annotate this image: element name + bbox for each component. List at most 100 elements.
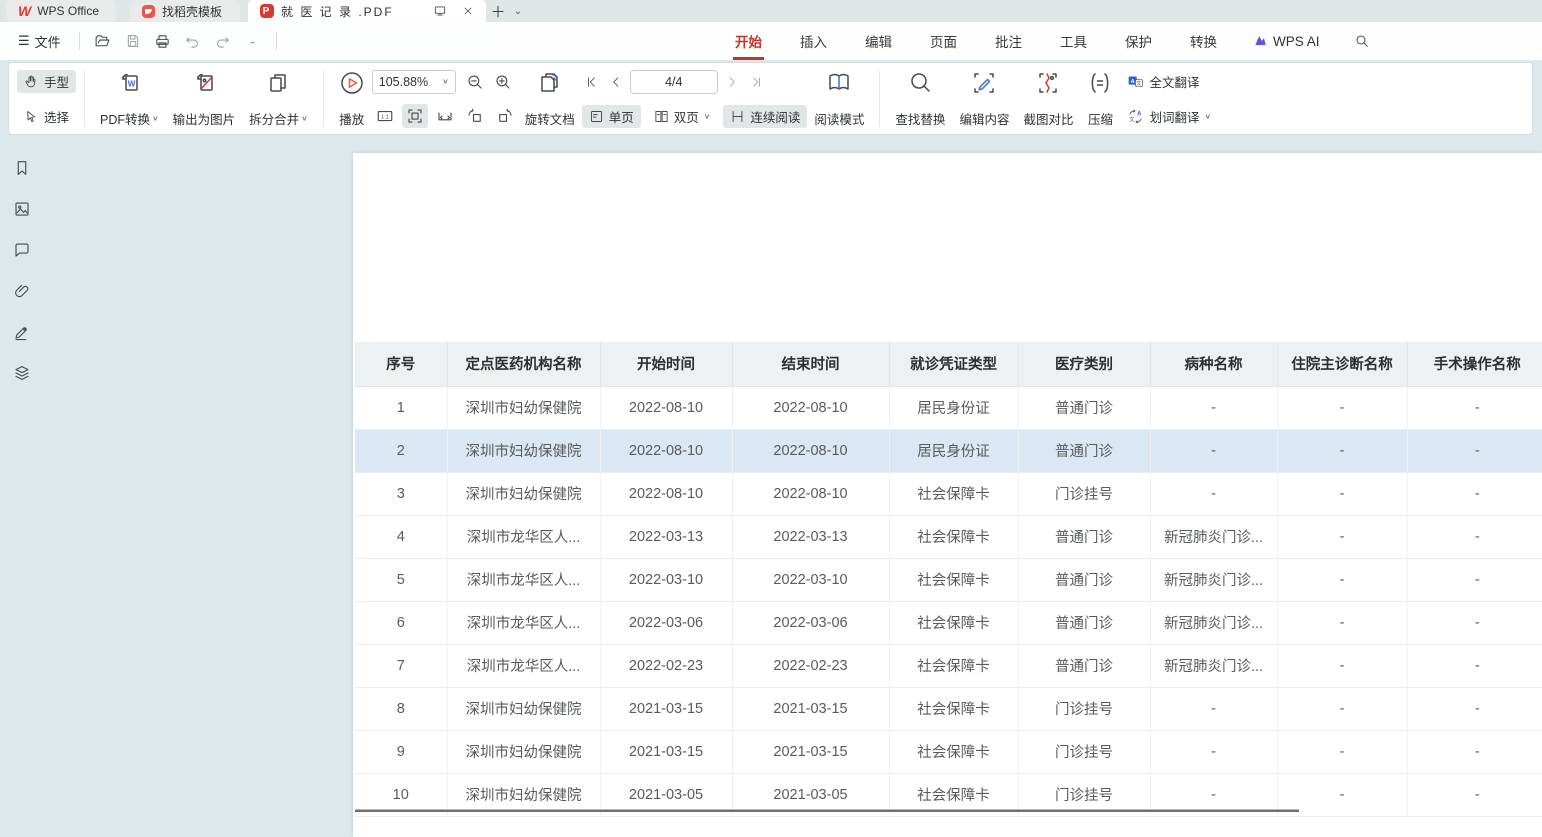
tab-docer-templates[interactable]: 找稻壳模板 [130,0,240,22]
hand-tool-label: 手型 [44,72,69,91]
zoom-out-icon[interactable] [466,73,484,91]
table-row[interactable]: 6深圳市龙华区人...2022-03-062022-03-06社会保障卡普通门诊… [355,601,1542,644]
fit-width-icon[interactable] [432,104,458,128]
tab-document-label: 就 医 记 录 .PDF [281,3,394,20]
table-cell: 门诊挂号 [1018,687,1150,730]
page-indicator-value: 4/4 [665,75,682,89]
double-page-button[interactable]: 双页 ∨ [647,105,718,128]
next-page-icon[interactable] [722,71,742,93]
table-row[interactable]: 1深圳市妇幼保健院2022-08-102022-08-10居民身份证普通门诊--… [355,386,1542,429]
table-row[interactable]: 5深圳市龙华区人...2022-03-102022-03-10社会保障卡普通门诊… [355,558,1542,601]
redo-icon[interactable] [210,29,236,53]
edit-content-button[interactable]: 编辑内容 [952,70,1016,128]
table-cell: 2022-08-10 [732,386,889,429]
zoom-in-icon[interactable] [494,73,512,91]
export-as-image-button[interactable]: 输出为图片 [166,70,243,128]
screenshot-compare-button[interactable]: 截图对比 [1016,70,1080,128]
table-cell: 社会保障卡 [889,601,1018,644]
signature-pen-icon[interactable] [11,321,33,343]
table-row[interactable]: 7深圳市龙华区人...2022-02-232022-02-23社会保障卡普通门诊… [355,644,1542,687]
actual-size-icon[interactable]: 1:1 [372,104,398,128]
play-button[interactable]: 播放 [332,70,372,128]
read-mode-button[interactable]: 阅读模式 [807,70,871,128]
layers-icon[interactable] [11,362,33,384]
full-translate-label: 全文翻译 [1149,72,1199,91]
quickbar-chevron-icon[interactable]: ⌄ [240,31,266,50]
table-row[interactable]: 4深圳市龙华区人...2022-03-132022-03-13社会保障卡普通门诊… [355,515,1542,558]
find-replace-button[interactable]: 查找替换 [888,70,952,128]
menu-insert[interactable]: 插入 [798,28,829,54]
menu-protect[interactable]: 保护 [1123,28,1154,54]
word-translate-button[interactable]: 文A 划词翻译 ∨ [1120,105,1218,128]
pdf-page[interactable]: 序号定点医药机构名称开始时间结束时间就诊凭证类型医疗类别病种名称住院主诊断名称手… [353,153,1542,837]
menu-start[interactable]: 开始 [733,28,764,54]
open-folder-icon[interactable] [90,29,116,53]
table-horizontal-scrollbar[interactable] [355,809,1299,812]
table-cell: 普通门诊 [1018,429,1150,472]
table-row[interactable]: 2深圳市妇幼保健院2022-08-102022-08-10居民身份证普通门诊--… [355,429,1542,472]
pdf-convert-button[interactable]: W PDF转换∨ [93,70,166,128]
last-page-icon[interactable] [746,71,766,93]
table-row[interactable]: 8深圳市妇幼保健院2021-03-152021-03-15社会保障卡门诊挂号--… [355,687,1542,730]
rotate-right-icon[interactable] [492,104,518,128]
menu-tools[interactable]: 工具 [1058,28,1089,54]
table-cell: 2022-08-10 [732,472,889,515]
wps-ai-button[interactable]: WPS AI [1253,34,1320,49]
full-translate-button[interactable]: A文 全文翻译 [1120,70,1218,93]
zoom-level-select[interactable]: 105.88% ∨ [372,70,456,94]
menu-convert[interactable]: 转换 [1188,28,1219,54]
hand-tool-button[interactable]: 手型 [17,70,76,93]
comment-icon[interactable] [11,239,33,261]
table-row[interactable]: 9深圳市妇幼保健院2021-03-152021-03-15社会保障卡门诊挂号--… [355,730,1542,773]
screenshot-compare-icon [1035,70,1061,96]
table-row[interactable]: 3深圳市妇幼保健院2022-08-102022-08-10社会保障卡门诊挂号--… [355,472,1542,515]
compress-button[interactable]: 压缩 [1080,70,1120,128]
svg-text:1:1: 1:1 [381,114,389,120]
single-page-button[interactable]: 单页 [582,105,641,128]
page-indicator-input[interactable]: 4/4 [630,70,718,94]
monitor-icon[interactable] [433,4,447,18]
document-area[interactable]: 序号定点医药机构名称开始时间结束时间就诊凭证类型医疗类别病种名称住院主诊断名称手… [44,137,1542,837]
screenshot-compare-label: 截图对比 [1023,109,1073,128]
fit-page-icon[interactable] [402,104,428,128]
rotate-left-icon[interactable] [462,104,488,128]
previous-page-icon[interactable] [606,71,626,93]
split-merge-button[interactable]: 拆分合并∨ [242,70,315,128]
window-tab-strip: W WPS Office 找稻壳模板 P 就 医 记 录 .PDF ＋ ⌄ [0,0,1542,22]
wps-ai-label: WPS AI [1273,34,1320,49]
table-cell: 普通门诊 [1018,601,1150,644]
table-cell: 2021-03-15 [732,730,889,773]
close-tab-icon[interactable] [462,5,474,17]
tab-wps-office[interactable]: W WPS Office [6,0,116,22]
table-cell: - [1407,429,1542,472]
continuous-read-button[interactable]: 连续阅读 [723,105,807,128]
table-cell: 深圳市妇幼保健院 [447,687,600,730]
menu-comment[interactable]: 批注 [993,28,1024,54]
menubar-search-icon[interactable] [1354,33,1370,49]
table-cell: 深圳市妇幼保健院 [447,429,600,472]
compress-label: 压缩 [1088,109,1113,128]
save-icon[interactable] [120,29,146,53]
print-icon[interactable] [150,29,176,53]
menu-page[interactable]: 页面 [928,28,959,54]
table-cell: 2022-03-06 [600,601,732,644]
table-cell: 居民身份证 [889,386,1018,429]
divider [276,32,277,50]
bookmark-icon[interactable] [11,157,33,179]
rotate-document-button[interactable]: 旋转文档 [518,70,582,128]
single-page-icon [589,109,604,124]
table-cell: 普通门诊 [1018,386,1150,429]
menu-edit[interactable]: 编辑 [863,28,894,54]
table-cell: 2022-03-13 [600,515,732,558]
tab-document-pdf[interactable]: P 就 医 记 录 .PDF [248,0,486,22]
undo-icon[interactable] [180,29,206,53]
table-cell: 社会保障卡 [889,730,1018,773]
first-page-icon[interactable] [582,71,602,93]
ribbon-background: 手型 选择 W PDF转换∨ 输出为图片 拆分合并∨ 播放 105.88% ∨ [0,60,1542,137]
attachment-icon[interactable] [11,280,33,302]
select-tool-button[interactable]: 选择 [17,105,76,128]
new-tab-button[interactable]: ＋ [486,0,510,22]
file-menu-button[interactable]: ☰ 文件 [10,28,69,55]
tab-list-chevron-icon[interactable]: ⌄ [510,0,526,22]
thumbnail-icon[interactable] [11,198,33,220]
